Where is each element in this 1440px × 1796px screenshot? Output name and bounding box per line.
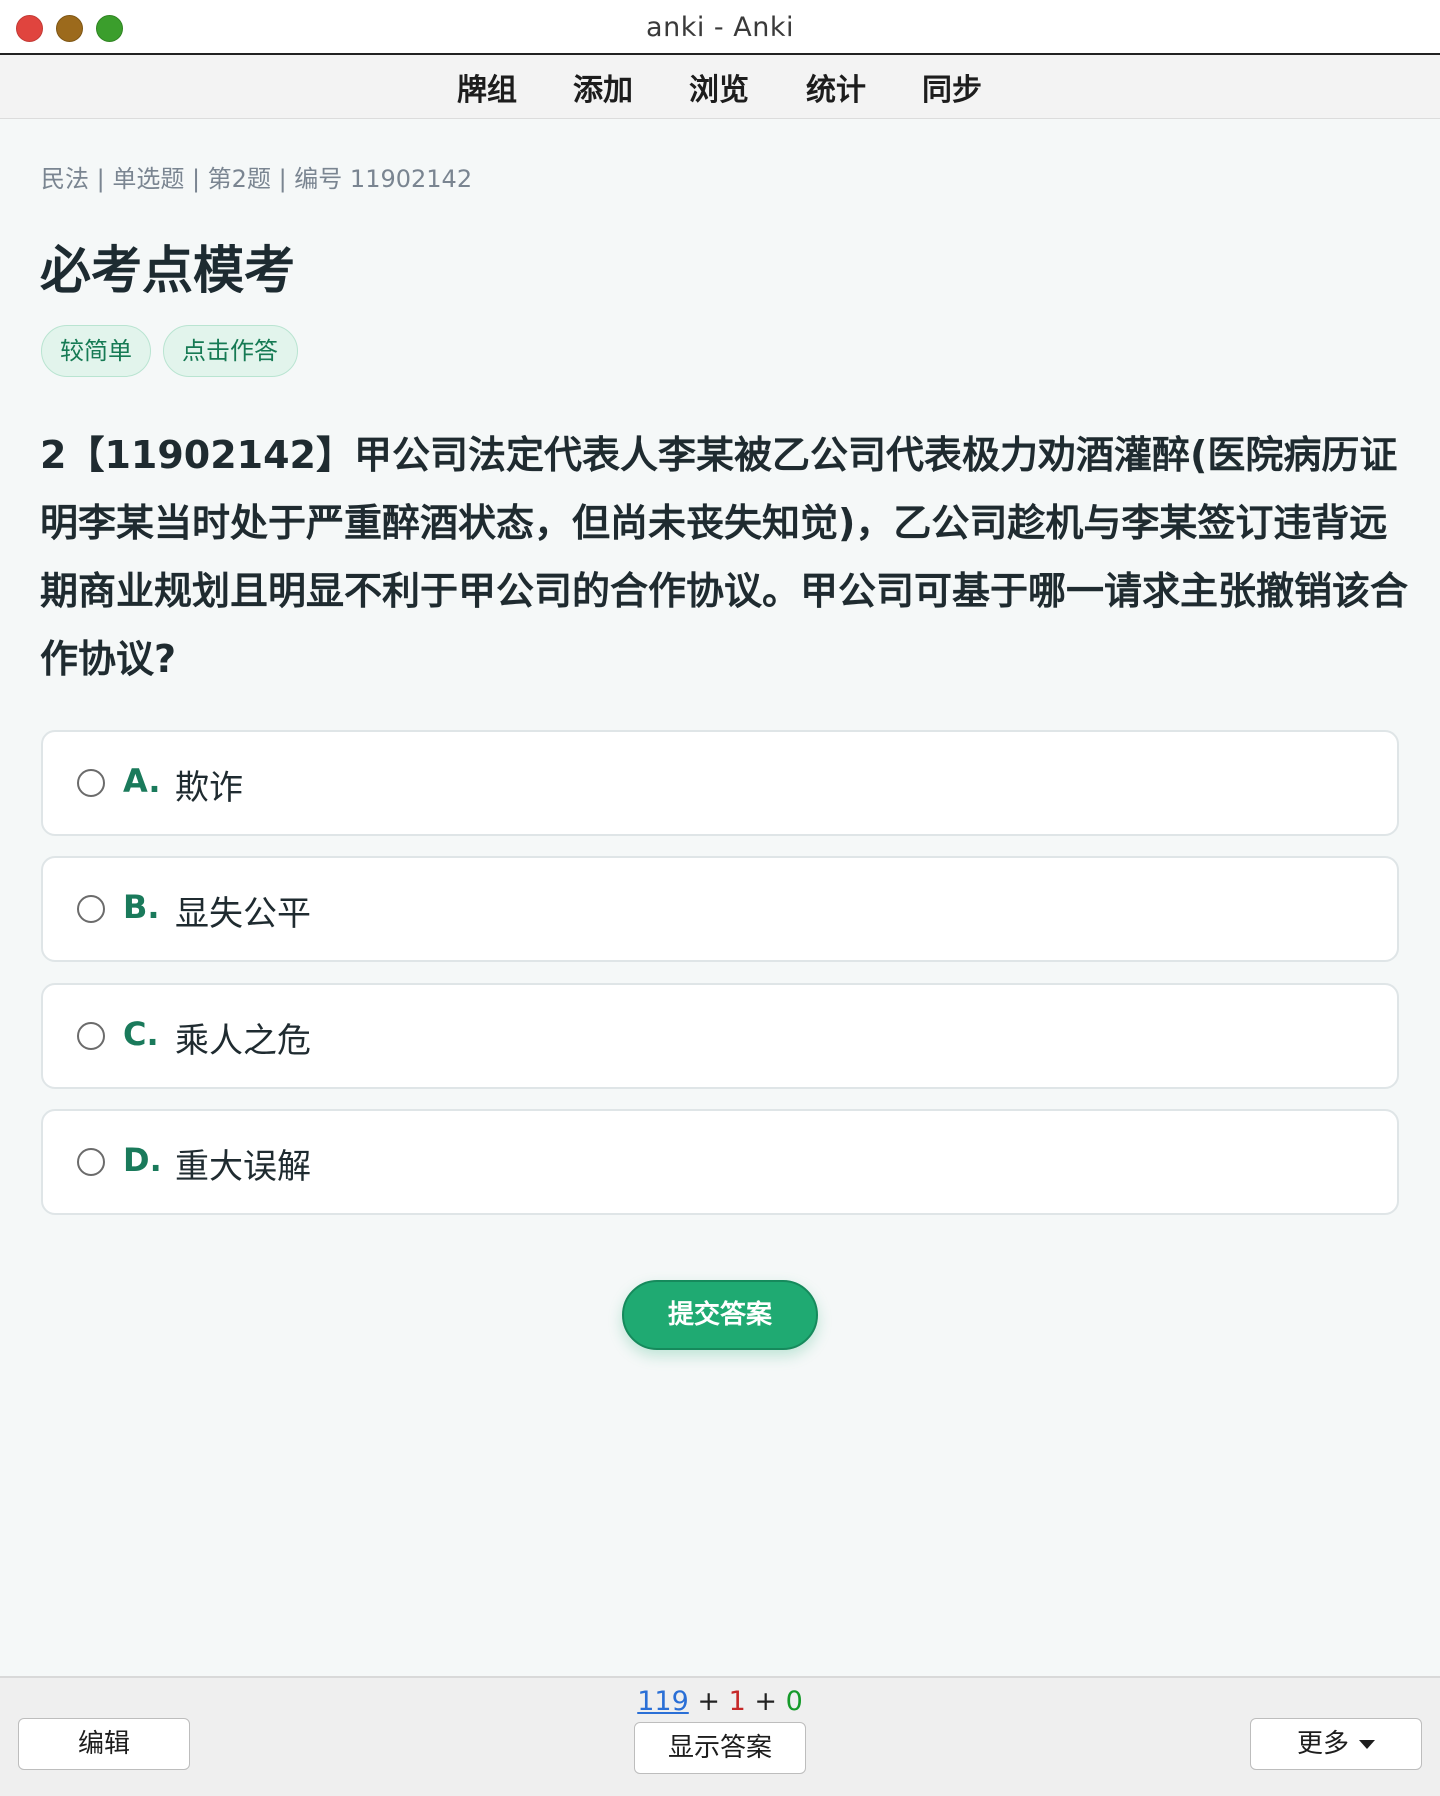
option-letter: B. [123,888,160,926]
title-bar: anki - Anki [0,0,1440,55]
more-button[interactable]: 更多 [1250,1718,1422,1770]
card-meta: 民法 | 单选题 | 第2题 | 编号 11902142 [41,165,473,193]
toolbar-decks[interactable]: 牌组 [457,65,517,109]
bottom-bar: 119 + 1 + 0 编辑 显示答案 更多 [0,1676,1440,1796]
show-answer-button[interactable]: 显示答案 [634,1722,806,1774]
option-letter: D. [123,1141,162,1179]
edit-button[interactable]: 编辑 [18,1718,190,1770]
option-text: 乘人之危 [175,1021,311,1061]
count-separator: + [688,1686,729,1717]
option-a-radio[interactable] [77,769,105,797]
tag-mode: 点击作答 [163,325,298,377]
toolbar-sync[interactable]: 同步 [922,65,982,109]
toolbar-browse[interactable]: 浏览 [689,65,749,109]
option-c-radio[interactable] [77,1022,105,1050]
option-text: 重大误解 [175,1147,311,1187]
option-a[interactable]: A. 欺诈 [41,730,1399,836]
toolbar-stats[interactable]: 统计 [806,65,866,109]
submit-answer-button[interactable]: 提交答案 [622,1280,818,1350]
window-title: anki - Anki [646,12,794,43]
main-toolbar: 牌组 添加 浏览 统计 同步 [0,55,1440,119]
anki-window: anki - Anki 牌组 添加 浏览 统计 同步 民法 | 单选题 | 第2… [0,0,1440,1796]
question-text: 2【11902142】甲公司法定代表人李某被乙公司代表极力劝酒灌醉(医院病历证明… [40,433,1409,681]
option-d[interactable]: D. 重大误解 [41,1109,1399,1215]
option-d-radio[interactable] [77,1148,105,1176]
option-b-radio[interactable] [77,895,105,923]
due-counts: 119 + 1 + 0 [0,1686,1440,1717]
tag-difficulty: 较简单 [41,325,151,377]
option-c[interactable]: C. 乘人之危 [41,983,1399,1089]
review-count: 0 [785,1686,803,1717]
card-title: 必考点模考 [40,242,296,301]
card-view: 民法 | 单选题 | 第2题 | 编号 11902142 必考点模考 较简单 点… [0,119,1440,1676]
option-b[interactable]: B. 显失公平 [41,856,1399,962]
toolbar-add[interactable]: 添加 [573,65,633,109]
count-separator: + [745,1686,786,1717]
option-text: 显失公平 [175,894,311,934]
option-text: 欺诈 [175,768,243,808]
new-count[interactable]: 119 [637,1686,689,1717]
option-letter: A. [123,762,161,800]
learn-count: 1 [728,1686,746,1717]
more-label: 更多 [1296,1729,1349,1759]
caret-down-icon [1359,1740,1375,1749]
option-letter: C. [123,1015,159,1053]
